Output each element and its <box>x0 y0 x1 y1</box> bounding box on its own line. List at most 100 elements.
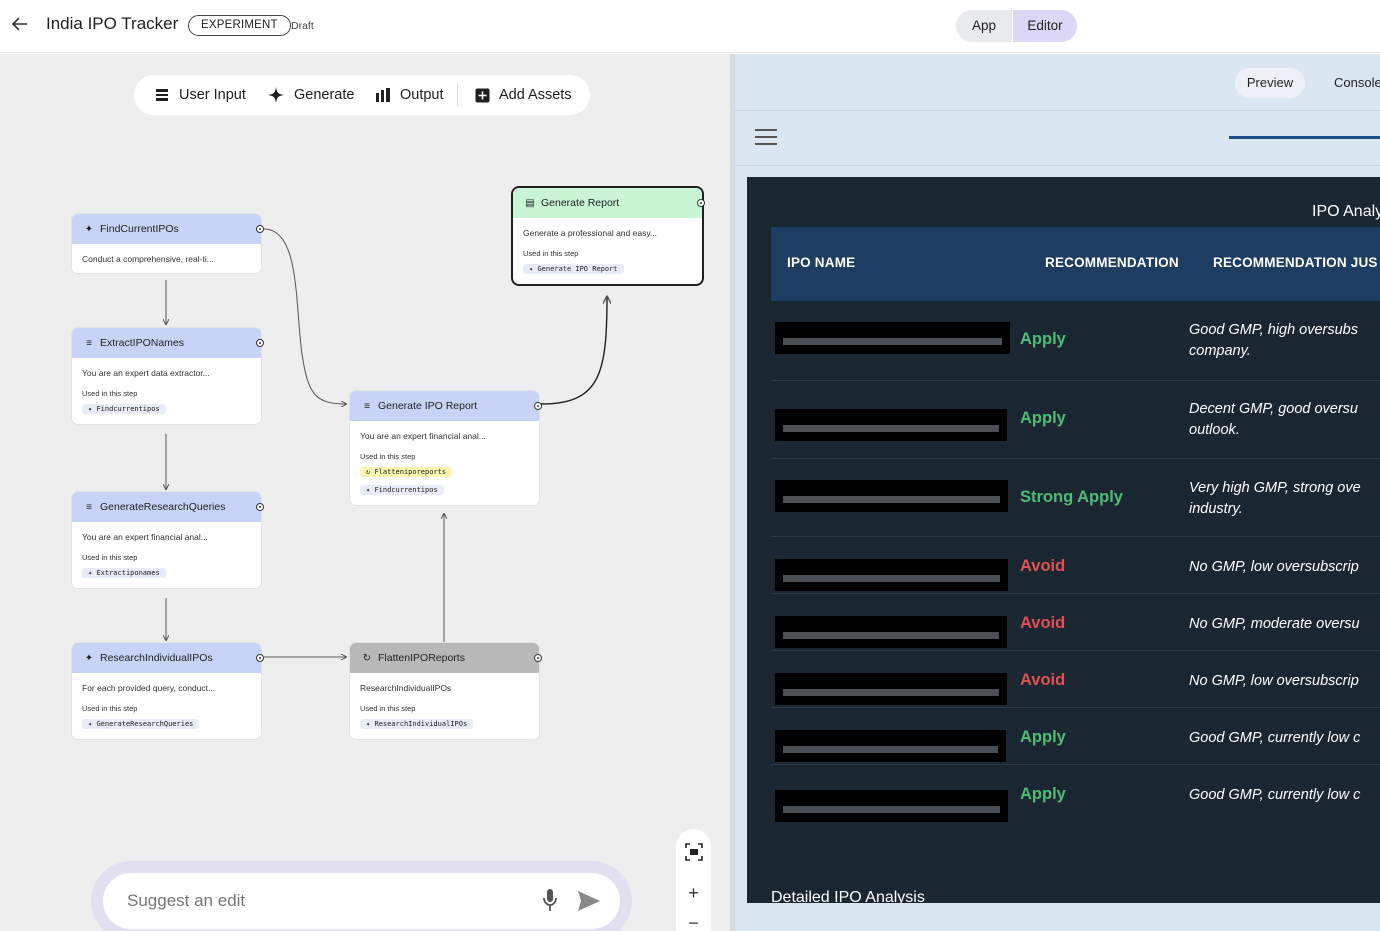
used-in-step-label: Used in this step <box>82 704 138 713</box>
output-label: Output <box>400 87 444 103</box>
editor-mode-button[interactable]: Editor <box>1013 10 1077 42</box>
preview-subheader <box>735 111 1380 166</box>
node-title: Generate Report <box>541 197 620 209</box>
dependency-chip: ✦ Findcurrentipos <box>82 404 166 414</box>
node-title: ExtractIPONames <box>100 337 185 349</box>
app-mode-button[interactable]: App <box>956 10 1012 42</box>
fit-view-icon[interactable] <box>676 841 711 866</box>
table-header: IPO NAME RECOMMENDATION RECOMMENDATION J… <box>771 227 1380 301</box>
node-description: For each provided query, conduct... <box>82 683 216 693</box>
node-research-individual-ipos[interactable]: ✦ ResearchIndividualIPOs For each provide… <box>72 643 264 739</box>
dependency-chip: ✦ Generate IPO Report <box>523 264 624 274</box>
output-port[interactable] <box>534 402 542 410</box>
recommendation-value: Avoid <box>1020 671 1066 689</box>
sparkle-icon: ✦ <box>84 223 94 235</box>
console-tab[interactable]: Console <box>1334 68 1380 98</box>
used-in-step-label: Used in this step <box>360 452 416 461</box>
experiment-badge: EXPERIMENT <box>188 15 291 36</box>
dependency-chip: ✦ Extractiponames <box>82 568 166 578</box>
recommendation-value: Apply <box>1020 728 1066 746</box>
add-box-icon <box>475 88 490 102</box>
node-description: You are an expert financial anal... <box>82 532 208 542</box>
recommendation-value: Avoid <box>1020 614 1066 632</box>
output-chart-icon <box>376 88 390 102</box>
node-extract-ipo-names[interactable]: ≡ ExtractIPONames You are an expert data … <box>72 328 264 424</box>
top-bar: India IPO Tracker EXPERIMENT Draft App E… <box>0 0 1380 53</box>
node-description: ResearchIndividualIPOs <box>360 683 452 693</box>
generate-button[interactable]: Generate <box>267 75 354 115</box>
preview-tab[interactable]: Preview <box>1235 68 1305 98</box>
redacted-ipo-name <box>775 673 1007 705</box>
loop-icon: ↻ <box>362 652 372 664</box>
table-row: Apply Good GMP, high oversubs company. <box>771 301 1380 381</box>
toolbar-divider <box>457 83 458 107</box>
app-title: India IPO Tracker <box>46 14 179 33</box>
column-header-ipo-name: IPO NAME <box>787 255 856 270</box>
dependency-chip: ✦ Findcurrentipos <box>360 485 444 495</box>
recommendation-value: Apply <box>1020 330 1066 348</box>
node-generate-research-queries[interactable]: ≡ GenerateResearchQueries You are an expe… <box>72 492 264 588</box>
ipo-report: IPO Analy IPO NAME RECOMMENDATION RECOMM… <box>747 177 1380 903</box>
node-title: GenerateResearchQueries <box>100 501 226 513</box>
node-description: Conduct a comprehensive, real-ti... <box>82 254 214 264</box>
node-toolbar: User Input Generate Output Add Assets <box>134 75 590 115</box>
redacted-ipo-name <box>775 790 1008 822</box>
output-doc-icon: ▤ <box>525 197 535 209</box>
generate-label: Generate <box>294 87 355 103</box>
node-title: ResearchIndividualIPOs <box>100 652 213 664</box>
recommendation-value: Apply <box>1020 409 1066 427</box>
column-header-justification: RECOMMENDATION JUS <box>1213 255 1378 270</box>
node-title: FlattenIPOReports <box>378 652 465 664</box>
redacted-ipo-name <box>775 409 1007 441</box>
zoom-in-icon[interactable]: + <box>676 883 711 904</box>
node-find-current-ipos[interactable]: ✦ FindCurrentIPOs Conduct a comprehensive… <box>72 214 264 273</box>
zoom-out-icon[interactable]: − <box>676 913 711 931</box>
table-row: Avoid No GMP, moderate oversu <box>771 594 1380 651</box>
send-icon[interactable] <box>577 890 601 912</box>
recommendation-value: Apply <box>1020 785 1066 803</box>
output-port[interactable] <box>697 199 705 207</box>
add-assets-button[interactable]: Add Assets <box>475 75 572 115</box>
output-port[interactable] <box>256 503 264 511</box>
node-description: You are an expert data extractor... <box>82 368 210 378</box>
output-port[interactable] <box>256 654 264 662</box>
add-assets-label: Add Assets <box>499 87 572 103</box>
microphone-icon[interactable] <box>542 888 558 914</box>
output-port[interactable] <box>256 225 264 233</box>
used-in-step-label: Used in this step <box>82 389 138 398</box>
dependency-chip: ↻ Flatteniporeports <box>360 467 453 477</box>
suggest-edit-container <box>91 861 632 931</box>
node-flatten-ipo-reports[interactable]: ↻ FlattenIPOReports ResearchIndividualIPO… <box>350 643 542 739</box>
justification-text: Decent GMP, good oversu outlook. <box>1189 401 1358 438</box>
flow-canvas[interactable]: User Input Generate Output Add Assets ✦ F… <box>0 54 730 931</box>
node-generate-report[interactable]: ▤ Generate Report Generate a professional… <box>513 188 705 284</box>
redacted-ipo-name <box>775 322 1010 354</box>
redacted-ipo-name <box>775 616 1007 648</box>
table-row: Apply Good GMP, currently low c <box>771 708 1380 765</box>
redacted-ipo-name <box>775 559 1008 591</box>
menu-icon[interactable] <box>755 129 777 147</box>
text-sparkle-icon: ≡ <box>364 400 370 412</box>
output-port[interactable] <box>256 339 264 347</box>
text-sparkle-icon: ≡ <box>86 501 92 513</box>
output-port[interactable] <box>534 654 542 662</box>
table-row: Strong Apply Very high GMP, strong ove in… <box>771 459 1380 537</box>
node-generate-ipo-report[interactable]: ≡ Generate IPO Report You are an expert f… <box>350 391 542 505</box>
justification-text: Good GMP, high oversubs company. <box>1189 322 1358 359</box>
user-input-button[interactable]: User Input <box>154 75 246 115</box>
recommendation-value: Strong Apply <box>1020 488 1123 506</box>
suggest-edit-box <box>103 873 620 929</box>
suggest-edit-input[interactable] <box>127 889 507 913</box>
sparkle-icon <box>268 87 284 103</box>
node-description: You are an expert financial anal... <box>360 431 486 441</box>
progress-indicator <box>1229 136 1380 139</box>
output-button[interactable]: Output <box>375 75 444 115</box>
user-input-icon <box>156 89 168 101</box>
justification-text: Good GMP, currently low c <box>1189 730 1361 746</box>
used-in-step-label: Used in this step <box>360 704 416 713</box>
back-arrow-icon[interactable] <box>9 13 31 35</box>
recommendation-value: Avoid <box>1020 557 1066 575</box>
justification-text: No GMP, low oversubscrip <box>1189 559 1359 575</box>
dependency-chip: ✦ ResearchIndividualIPOs <box>360 719 474 729</box>
node-title: FindCurrentIPOs <box>100 223 179 235</box>
